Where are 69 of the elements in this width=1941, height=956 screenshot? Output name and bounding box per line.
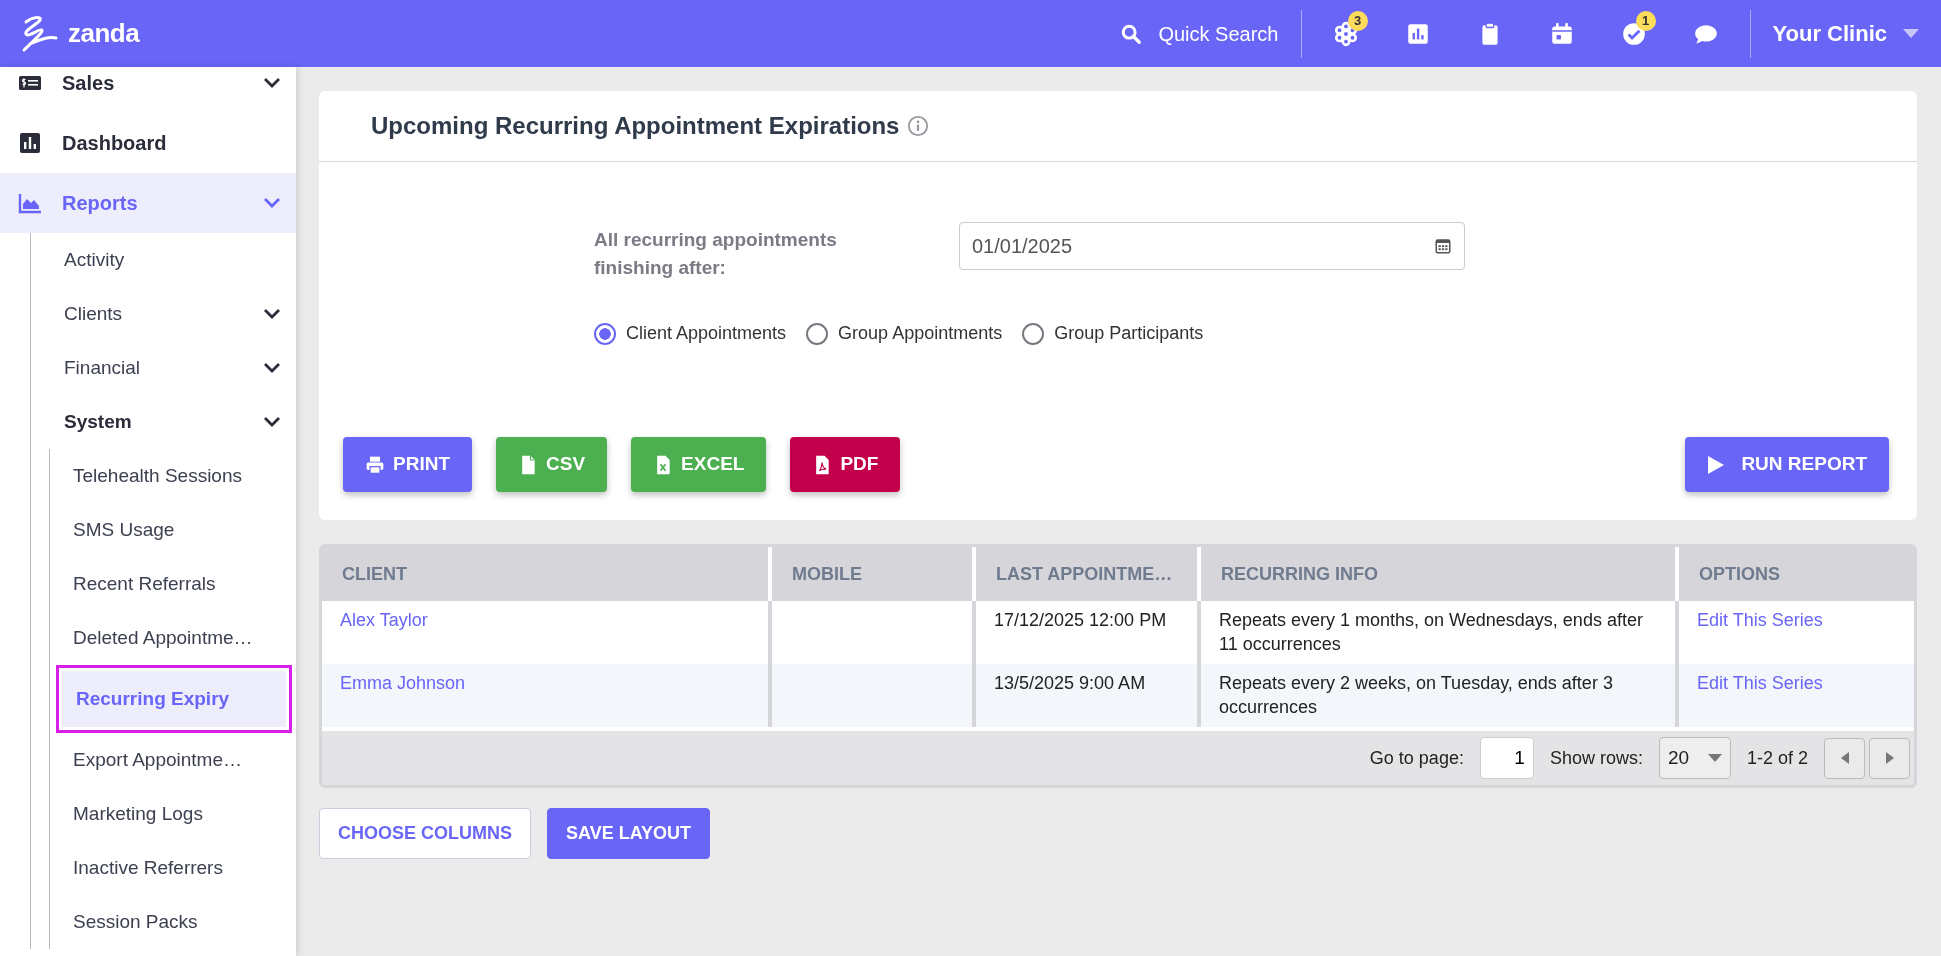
table-cell: Repeats every 2 weeks, on Tuesday, ends after 3 occurrences: [1199, 664, 1677, 727]
sidebar-item[interactable]: Clients: [31, 287, 296, 341]
page-number-field[interactable]: 1: [1479, 737, 1534, 779]
sidebar-item[interactable]: Recent Referrals: [50, 557, 296, 611]
caret-down-icon: [1707, 754, 1722, 762]
printer-icon: [365, 454, 385, 475]
notification-badge: 3: [1347, 10, 1368, 31]
caret-left-icon: [1840, 752, 1849, 764]
sidebar-item[interactable]: Sales: [0, 67, 296, 113]
print-button[interactable]: PRINT: [343, 437, 472, 492]
chevron-down-icon: [263, 362, 281, 374]
clinic-menu-button[interactable]: Your Clinic: [1766, 16, 1925, 51]
choose-columns-button[interactable]: CHOOSE COLUMNS: [319, 808, 531, 859]
radio-label: Client Appointments: [626, 322, 787, 345]
sidebar-item[interactable]: Telehealth Sessions: [50, 449, 296, 503]
chevron-down-icon: [263, 197, 281, 209]
date-field[interactable]: 01/01/2025: [959, 222, 1465, 270]
calendar-icon: [1434, 237, 1452, 255]
bar-chart-icon: [18, 131, 42, 155]
run-report-button[interactable]: RUN REPORT: [1685, 437, 1889, 492]
table-cell: 17/12/2025 12:00 PM: [974, 601, 1199, 664]
sidebar-item[interactable]: SMS Usage: [50, 503, 296, 557]
caret-down-icon: [1903, 28, 1919, 39]
chevron-down-icon: [263, 77, 281, 89]
pager-label: Go to page:: [1369, 746, 1464, 770]
edit-series-link[interactable]: Edit This Series: [1697, 610, 1823, 630]
area-chart-icon: [18, 191, 42, 215]
chevron-down-icon: [263, 416, 281, 428]
radio-button[interactable]: [594, 322, 616, 345]
pager-label: Show rows:: [1549, 746, 1643, 770]
page-range: 1-2 of 2: [1746, 746, 1808, 770]
sidebar-item[interactable]: Dashboard: [0, 113, 296, 173]
client-link[interactable]: Emma Johnson: [340, 673, 466, 693]
sidebar-item[interactable]: Recurring Expiry: [56, 665, 292, 733]
quick-search-button[interactable]: Quick Search: [1114, 17, 1285, 50]
sidebar-item[interactable]: Activity: [31, 233, 296, 287]
sidebar-item[interactable]: Marketing Logs: [50, 787, 296, 841]
save-layout-button[interactable]: SAVE LAYOUT: [547, 808, 711, 859]
squiggle-logo-icon: [20, 13, 60, 54]
next-page-button[interactable]: [1869, 737, 1910, 779]
sidebar-item[interactable]: Reports: [0, 173, 296, 233]
caret-right-icon: [1885, 752, 1894, 764]
radio-label: Group Appointments: [838, 322, 1003, 345]
page-title: Upcoming Recurring Appointment Expirations: [371, 111, 900, 141]
client-link[interactable]: Alex Taylor: [340, 610, 428, 630]
edit-series-link[interactable]: Edit This Series: [1697, 673, 1823, 693]
sidebar-item[interactable]: Inactive Referrers: [50, 841, 296, 895]
sidebar-item[interactable]: Export Appointme…: [50, 733, 296, 787]
radio-button[interactable]: [1022, 322, 1045, 345]
search-icon: [1120, 22, 1143, 45]
flower-button[interactable]: 3: [1309, 8, 1382, 59]
sidebar-item[interactable]: Financial: [31, 341, 296, 395]
check-circle-button[interactable]: 1: [1597, 8, 1670, 59]
info-icon: [907, 115, 930, 137]
table-cell: Repeats every 1 months, on Wednesdays, ends after 11 occurrences: [1199, 601, 1677, 664]
radio-button[interactable]: [806, 322, 829, 345]
rows-per-page-select[interactable]: 20: [1658, 737, 1731, 779]
notification-badge: 1: [1635, 10, 1656, 31]
logo-text: zanda: [68, 17, 140, 50]
radio-label: Group Participants: [1054, 322, 1204, 345]
sidebar-item[interactable]: Deleted Appointme…: [50, 611, 296, 665]
sidebar-item[interactable]: Session Packs: [50, 895, 296, 949]
sidebar-item[interactable]: System: [31, 395, 296, 449]
previous-page-button[interactable]: [1824, 737, 1865, 779]
pdf-button[interactable]: PDF: [790, 437, 901, 492]
table-cell: 13/5/2025 9:00 AM: [974, 664, 1199, 727]
field-label: All recurring appointments finishing after:: [594, 228, 838, 280]
play-icon: [1707, 454, 1726, 475]
chevron-down-icon: [263, 308, 281, 320]
